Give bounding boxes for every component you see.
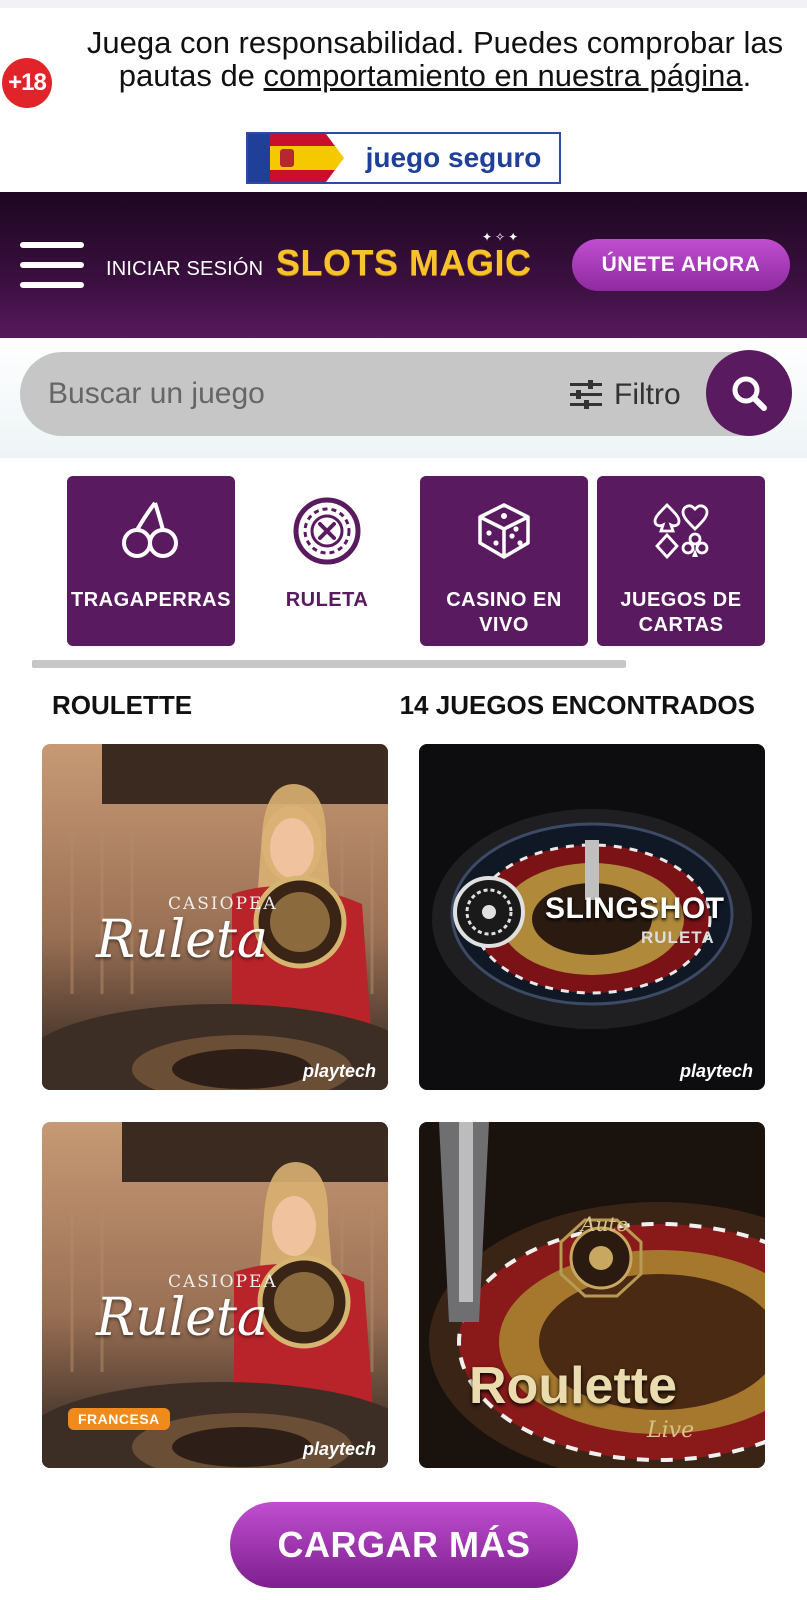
juego-seguro-label: juego seguro <box>365 142 542 173</box>
slots-magic-logo[interactable]: SLOTS MAGIC <box>276 242 532 284</box>
game-tile[interactable]: SLINGSHOT RULETA playtech <box>419 744 765 1090</box>
live-label: Live <box>647 1418 695 1443</box>
tab-casino-en-vivo[interactable]: CASINO EN VIVO <box>420 476 588 646</box>
game-title: Roulette <box>469 1357 677 1415</box>
provider-logo: playtech <box>679 1061 753 1081</box>
login-link[interactable]: INICIAR SESIÓN <box>106 258 263 281</box>
game-tile[interactable]: CASIOPEA Ruleta FRANCESA playtech <box>42 1122 388 1468</box>
juego-seguro-seal[interactable]: juego seguro <box>246 132 561 184</box>
category-scrollbar[interactable] <box>32 660 626 668</box>
search-area: Filtro <box>0 338 807 458</box>
responsible-gaming-text: Juega con responsabilidad. Puedes compro… <box>70 26 800 92</box>
tab-label: RULETA <box>285 589 369 611</box>
spain-flag-icon <box>248 134 348 182</box>
join-now-button[interactable]: ÚNETE AHORA <box>572 239 790 291</box>
variant-badge: FRANCESA <box>68 1408 170 1430</box>
filter-label: Filtro <box>614 378 681 411</box>
responsible-gaming-link[interactable]: comportamiento en nuestra página <box>264 58 743 93</box>
result-count: 14 JUEGOS ENCONTRADOS <box>399 690 755 720</box>
hamburger-menu-icon[interactable] <box>20 242 86 288</box>
game-title: Ruleta <box>96 1288 268 1348</box>
tab-label: JUEGOS DE CARTAS <box>620 589 742 636</box>
game-tile[interactable]: Auto Roulette Live <box>419 1122 765 1468</box>
game-brand: Auto <box>581 1212 629 1236</box>
game-tile[interactable]: CASIOPEA Ruleta playtech <box>42 744 388 1090</box>
site-header: INICIAR SESIÓN SLOTS MAGIC ✦✧✦ ÚNETE AHO… <box>0 192 807 338</box>
tab-tragaperras[interactable]: TRAGAPERRAS <box>67 476 235 646</box>
tab-label: TRAGAPERRAS <box>71 589 231 611</box>
sliders-icon <box>570 380 602 409</box>
tab-label: CASINO EN VIVO <box>446 589 562 636</box>
cherries-icon <box>119 494 183 568</box>
tab-juegos-de-cartas[interactable]: JUEGOS DE CARTAS <box>597 476 765 646</box>
roulette-wheel-icon <box>292 494 362 568</box>
game-thumbnail <box>419 1122 765 1468</box>
page: +18 Juega con responsabilidad. Puedes co… <box>0 0 807 1600</box>
tab-ruleta[interactable]: RULETA <box>243 476 411 646</box>
section-title: ROULETTE <box>52 690 193 720</box>
search-bar: Filtro <box>20 350 792 436</box>
game-title: RULETA <box>641 928 715 947</box>
responsible-gaming-suffix: . <box>742 58 752 93</box>
load-more-button[interactable]: CARGAR MÁS <box>230 1502 578 1588</box>
card-suits-icon <box>649 494 713 568</box>
game-brand: SLINGSHOT <box>545 892 725 925</box>
age-restriction-badge: +18 <box>2 58 52 108</box>
dice-icon <box>472 494 536 568</box>
search-input[interactable] <box>48 368 528 420</box>
magnifier-icon <box>732 376 767 411</box>
game-title: Ruleta <box>96 910 268 970</box>
filter-button[interactable]: Filtro <box>568 372 681 418</box>
search-button[interactable] <box>706 350 792 436</box>
provider-logo: playtech <box>302 1061 376 1081</box>
provider-logo: playtech <box>302 1439 376 1459</box>
responsible-gaming-banner: +18 Juega con responsabilidad. Puedes co… <box>0 0 807 192</box>
category-tabs: TRAGAPERRAS RULETA CASINO EN VIVO JUEGOS… <box>0 476 807 646</box>
sparkle-icon: ✦✧✦ <box>482 230 522 244</box>
